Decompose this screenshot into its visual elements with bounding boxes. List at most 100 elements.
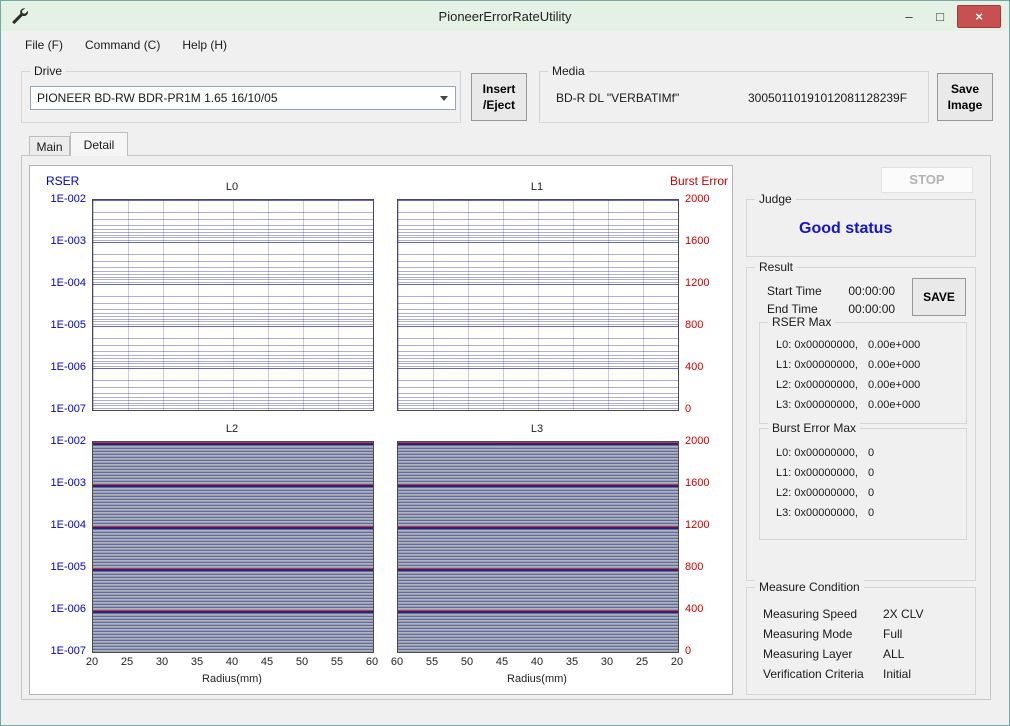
burst-tick-label: 1200 xyxy=(685,276,731,290)
rser-max-group: RSER Max L0: 0x00000000,0.00e+000 L1: 0x… xyxy=(759,322,967,424)
radius-tick-label: 25 xyxy=(117,656,137,668)
rser-max-row-l1: L1: 0x00000000,0.00e+000 xyxy=(760,355,966,375)
dropdown-arrow-icon xyxy=(440,96,448,101)
media-disc-id: 30050110191012081128239F xyxy=(748,91,907,105)
rser-axis-ticks-top: 1E-0021E-0031E-0041E-0051E-0061E-007 xyxy=(30,192,86,416)
measuring-speed-value: 2X CLV xyxy=(883,604,923,624)
measuring-layer-label: Measuring Layer xyxy=(763,644,883,664)
menu-command[interactable]: Command (C) xyxy=(74,34,171,56)
result-group-label: Result xyxy=(755,260,797,274)
burst-tick-label: 400 xyxy=(685,602,731,616)
measuring-layer-row: Measuring LayerALL xyxy=(763,644,967,664)
plot-l0 xyxy=(92,199,374,411)
measuring-mode-value: Full xyxy=(883,624,902,644)
rser-max-l2-label: L2: 0x00000000, xyxy=(776,375,868,395)
plot-l3 xyxy=(397,441,679,653)
minimize-button[interactable]: – xyxy=(895,6,923,27)
measure-condition-group: Measure Condition Measuring Speed2X CLV … xyxy=(746,587,976,695)
plot-l2 xyxy=(92,441,374,653)
stop-button[interactable]: STOP xyxy=(881,167,973,193)
measuring-mode-label: Measuring Mode xyxy=(763,624,883,644)
wrench-icon[interactable] xyxy=(10,7,28,25)
result-group: Result Start Time 00:00:00 End Time 00:0… xyxy=(746,267,976,581)
plot-title-l2: L2 xyxy=(92,423,372,435)
rser-tick-label: 1E-006 xyxy=(30,360,86,374)
radius-axis-ticks-l2: 202530354045505560 xyxy=(82,656,382,668)
media-group-label: Media xyxy=(548,64,589,78)
plot-title-l3: L3 xyxy=(397,423,677,435)
burst-tick-label: 400 xyxy=(685,360,731,374)
burst-tick-label: 800 xyxy=(685,318,731,332)
radius-tick-label: 35 xyxy=(187,656,207,668)
burst-max-l3-label: L3: 0x00000000, xyxy=(776,503,868,523)
radius-tick-label: 25 xyxy=(632,656,652,668)
burst-max-l3-value: 0 xyxy=(868,503,874,523)
media-group: Media BD-R DL "VERBATIMf" 30050110191012… xyxy=(539,71,929,123)
burst-tick-label: 2000 xyxy=(685,192,731,206)
rser-tick-label: 1E-002 xyxy=(30,434,86,448)
burst-max-row-l1: L1: 0x00000000,0 xyxy=(760,463,966,483)
burst-tick-label: 800 xyxy=(685,560,731,574)
media-disc-type: BD-R DL "VERBATIMf" xyxy=(556,91,679,105)
radius-tick-label: 60 xyxy=(362,656,382,668)
measuring-mode-row: Measuring ModeFull xyxy=(763,624,967,644)
close-button[interactable]: × xyxy=(957,5,1001,28)
insert-eject-button[interactable]: Insert /Eject xyxy=(471,73,527,121)
burst-max-row-l0: L0: 0x00000000,0 xyxy=(760,443,966,463)
rser-max-l1-value: 0.00e+000 xyxy=(868,355,920,375)
radius-tick-label: 45 xyxy=(257,656,277,668)
save-image-button[interactable]: Save Image xyxy=(937,73,993,121)
menu-help[interactable]: Help (H) xyxy=(171,34,238,56)
burst-max-l1-label: L1: 0x00000000, xyxy=(776,463,868,483)
save-button[interactable]: SAVE xyxy=(912,278,966,316)
end-time-value: 00:00:00 xyxy=(848,302,895,316)
judge-group-label: Judge xyxy=(755,192,796,206)
radius-axis-ticks-l3: 605550454035302520 xyxy=(387,656,687,668)
radius-tick-label: 60 xyxy=(387,656,407,668)
rser-tick-label: 1E-002 xyxy=(30,192,86,206)
verification-criteria-label: Verification Criteria xyxy=(763,664,883,684)
window-controls: – □ × xyxy=(895,5,1001,28)
radius-tick-label: 35 xyxy=(562,656,582,668)
verification-criteria-row: Verification CriteriaInitial xyxy=(763,664,967,684)
plot-title-l1: L1 xyxy=(397,181,677,193)
drive-group: Drive PIONEER BD-RW BDR-PR1M 1.65 16/10/… xyxy=(21,71,461,123)
judge-group: Judge Good status xyxy=(746,199,976,257)
maximize-button[interactable]: □ xyxy=(926,6,954,27)
burst-max-row-l2: L2: 0x00000000,0 xyxy=(760,483,966,503)
save-image-label-line1: Save xyxy=(951,81,979,97)
burst-max-row-l3: L3: 0x00000000,0 xyxy=(760,503,966,523)
burst-error-max-group-label: Burst Error Max xyxy=(768,421,860,435)
rser-tick-label: 1E-005 xyxy=(30,560,86,574)
right-axis-title: Burst Error xyxy=(670,174,728,188)
rser-axis-ticks-bottom: 1E-0021E-0031E-0041E-0051E-0061E-007 xyxy=(30,434,86,658)
radius-tick-label: 20 xyxy=(82,656,102,668)
insert-eject-label-line1: Insert xyxy=(483,81,516,97)
rser-tick-label: 1E-003 xyxy=(30,234,86,248)
burst-max-l2-value: 0 xyxy=(868,483,874,503)
tab-detail[interactable]: Detail xyxy=(70,132,128,156)
burst-tick-label: 2000 xyxy=(685,434,731,448)
insert-eject-label-line2: /Eject xyxy=(483,97,515,113)
drive-select[interactable]: PIONEER BD-RW BDR-PR1M 1.65 16/10/05 xyxy=(30,86,456,110)
rser-tick-label: 1E-006 xyxy=(30,602,86,616)
rser-max-row-l3: L3: 0x00000000,0.00e+000 xyxy=(760,395,966,415)
end-time-label: End Time xyxy=(767,302,845,316)
burst-axis-ticks-bottom: 2000160012008004000 xyxy=(685,434,731,658)
radius-tick-label: 50 xyxy=(457,656,477,668)
menu-file[interactable]: File (F) xyxy=(14,34,74,56)
burst-error-max-group: Burst Error Max L0: 0x00000000,0 L1: 0x0… xyxy=(759,428,967,540)
window-title: PioneerErrorRateUtility xyxy=(1,9,1009,24)
radius-tick-label: 40 xyxy=(222,656,242,668)
plot-title-l0: L0 xyxy=(92,181,372,193)
rser-tick-label: 1E-003 xyxy=(30,476,86,490)
left-axis-title: RSER xyxy=(46,174,79,188)
drive-group-label: Drive xyxy=(30,64,66,78)
rser-max-l2-value: 0.00e+000 xyxy=(868,375,920,395)
tab-main[interactable]: Main xyxy=(29,136,70,156)
end-time-row: End Time 00:00:00 xyxy=(767,302,895,316)
x-axis-label-l3: Radius(mm) xyxy=(397,673,677,685)
burst-max-l1-value: 0 xyxy=(868,463,874,483)
rser-max-row-l0: L0: 0x00000000,0.00e+000 xyxy=(760,335,966,355)
rser-max-l1-label: L1: 0x00000000, xyxy=(776,355,868,375)
